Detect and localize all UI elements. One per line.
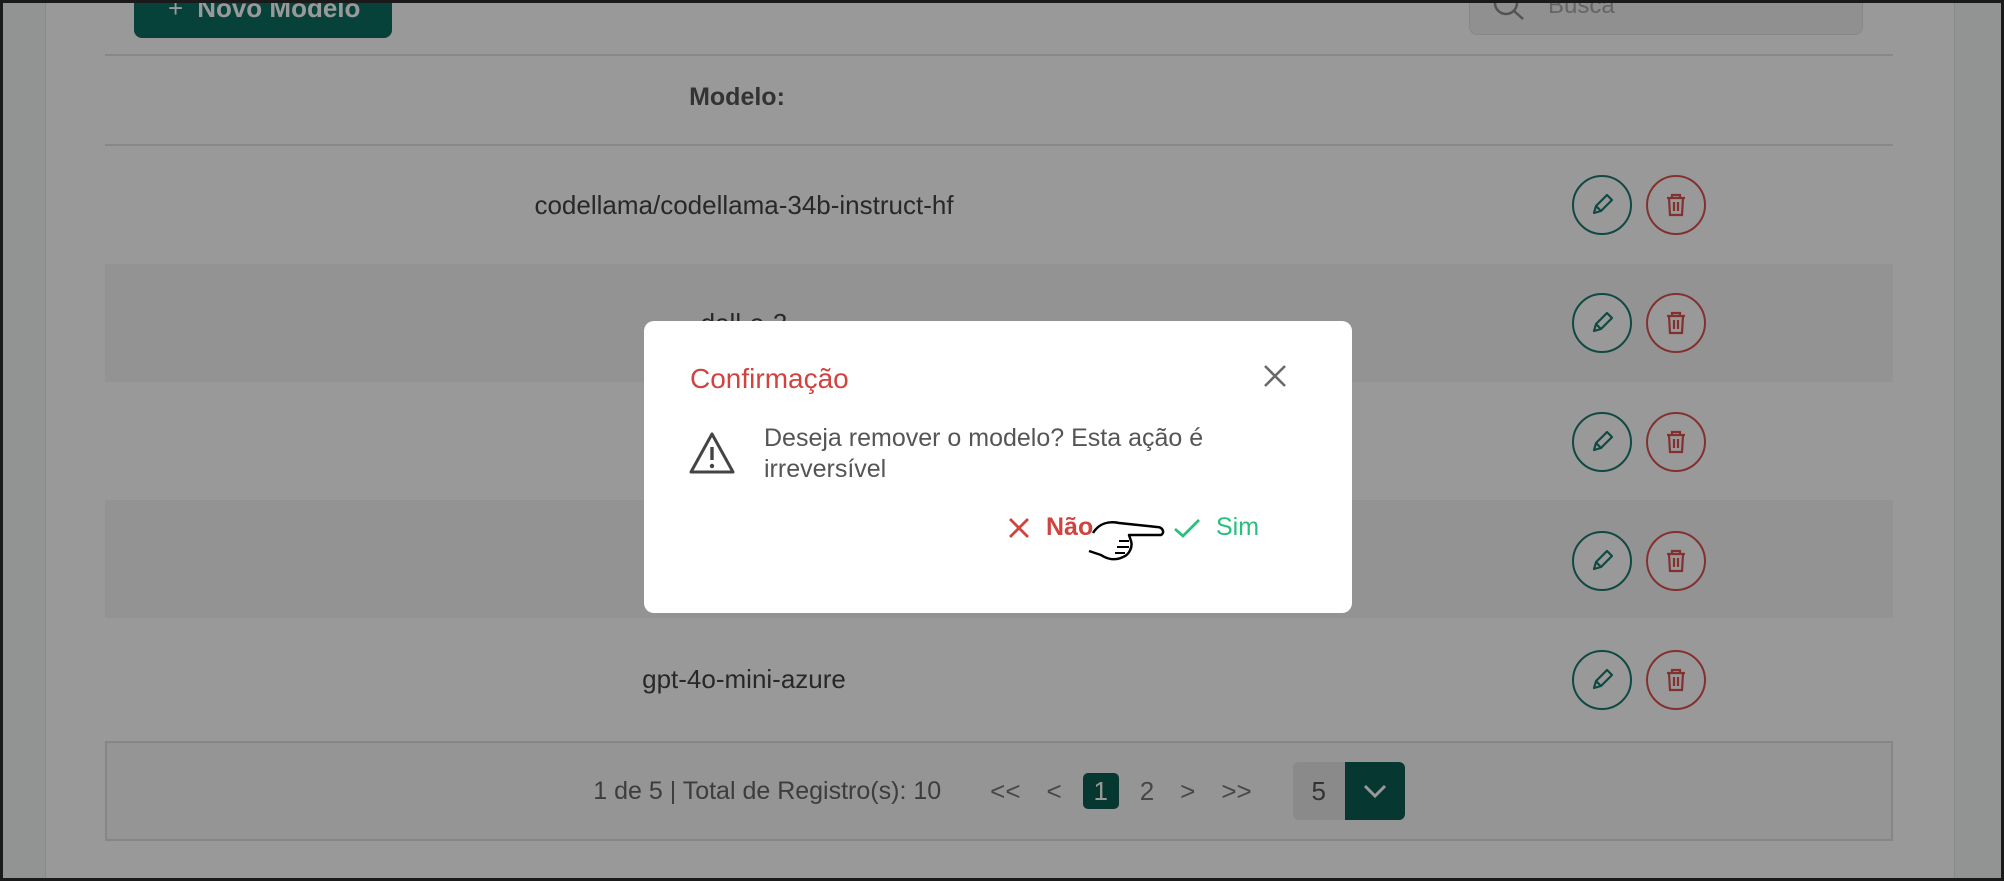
- yes-button[interactable]: Sim: [1172, 513, 1259, 542]
- no-button[interactable]: Não: [1006, 513, 1093, 542]
- app-frame: + Novo Modelo Busca Modelo: codellama/co…: [0, 0, 2004, 881]
- close-icon[interactable]: [1260, 361, 1290, 391]
- confirm-dialog: Confirmação Deseja remover o modelo? Est…: [644, 321, 1352, 613]
- yes-button-label: Sim: [1216, 513, 1260, 541]
- warning-icon: [689, 432, 735, 474]
- close-icon: [1009, 517, 1029, 538]
- hand-pointer-icon: [1088, 521, 1165, 561]
- check-icon: [1174, 518, 1200, 538]
- dialog-title: Confirmação: [690, 363, 849, 394]
- dialog-message: Deseja remover o modelo? Esta ação é irr…: [764, 424, 1204, 483]
